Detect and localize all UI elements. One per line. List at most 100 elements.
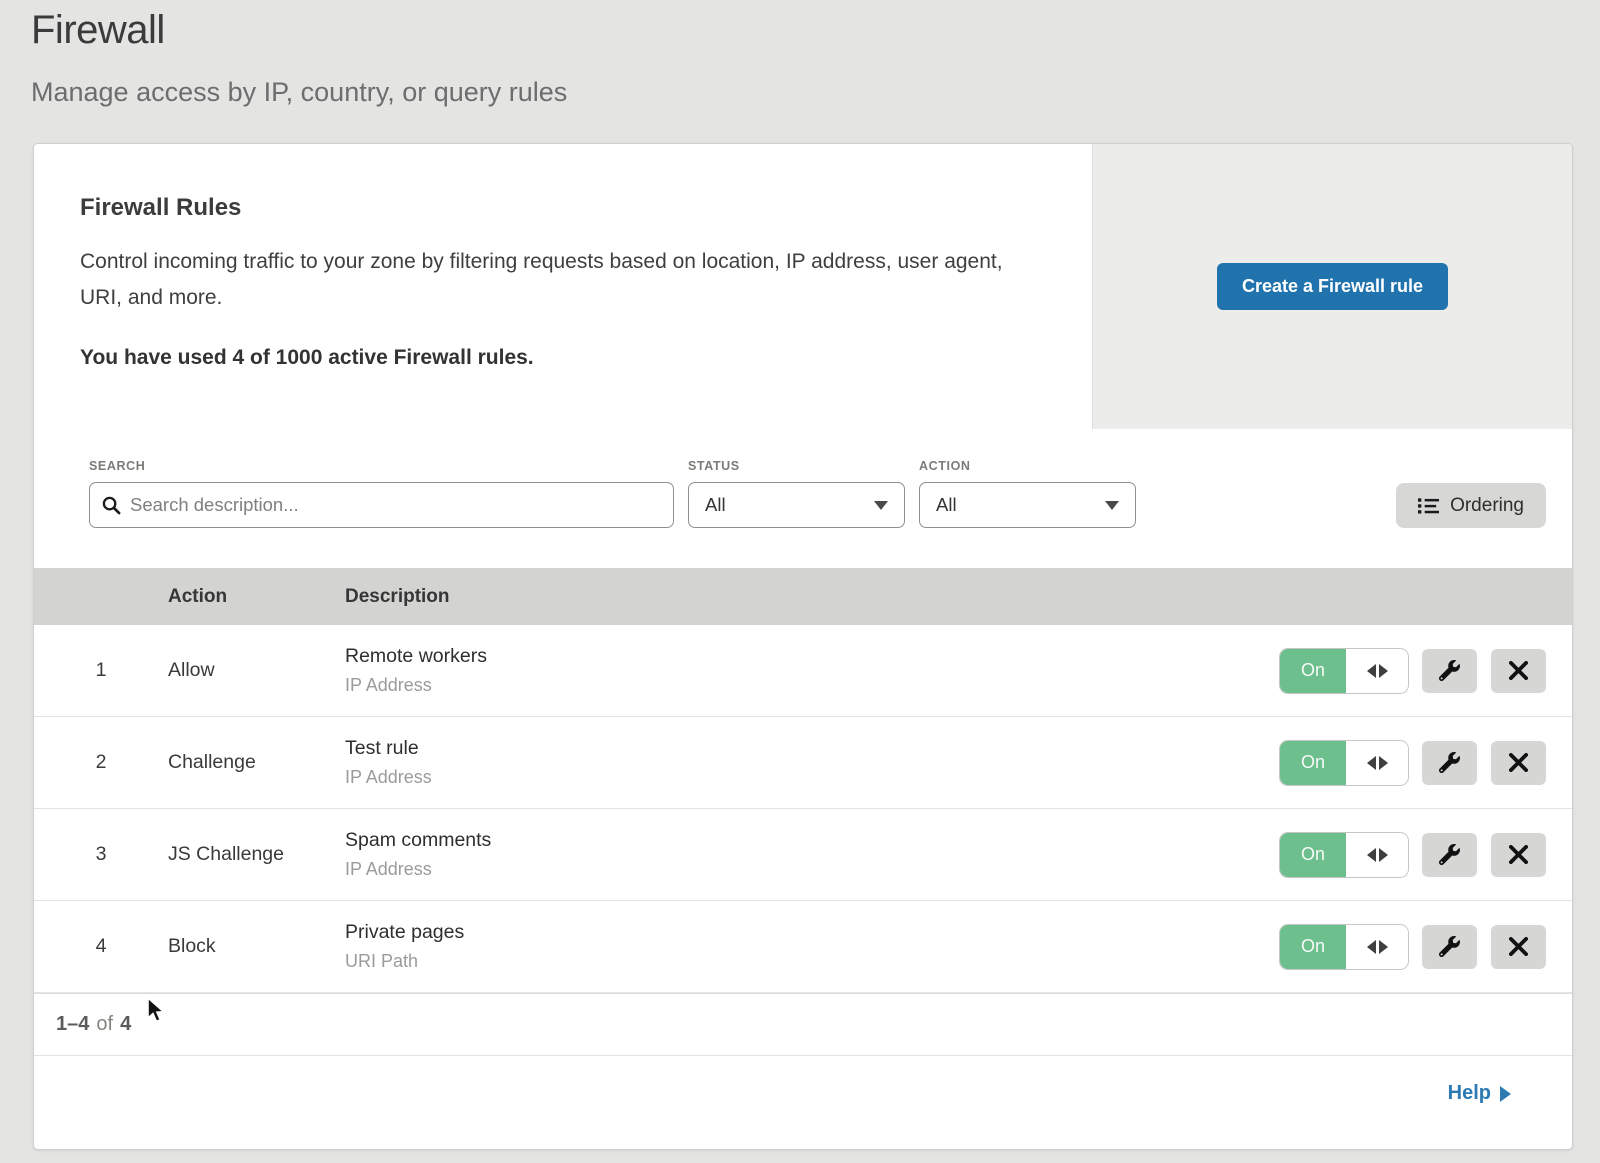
toggle-on-label: On [1280, 925, 1346, 969]
table-row: 2 Challenge Test rule IP Address On [34, 717, 1572, 809]
x-icon [1509, 661, 1528, 680]
rule-description-cell: Spam comments IP Address [345, 829, 1280, 880]
toggle-drag-handle[interactable] [1346, 741, 1408, 785]
rule-description: Spam comments [345, 829, 1280, 852]
table-row: 1 Allow Remote workers IP Address On [34, 625, 1572, 717]
toggle-drag-handle[interactable] [1346, 649, 1408, 693]
delete-rule-button[interactable] [1491, 925, 1546, 969]
rule-match-type: IP Address [345, 859, 1280, 880]
rule-controls: On [1280, 649, 1572, 693]
search-input[interactable] [130, 494, 661, 516]
action-label: Action [919, 459, 1136, 473]
column-header-description: Description [345, 586, 1572, 608]
card-footer: Help [34, 1055, 1572, 1131]
status-select[interactable]: All [688, 482, 905, 528]
rule-controls: On [1280, 833, 1572, 877]
pagination-total: 4 [120, 1013, 131, 1036]
status-field: Status All [688, 459, 905, 528]
toggle-drag-handle[interactable] [1346, 833, 1408, 877]
page-header: Firewall Manage access by IP, country, o… [0, 0, 1600, 108]
rule-description: Test rule [345, 737, 1280, 760]
action-selected-value: All [936, 494, 957, 516]
rule-controls: On [1280, 925, 1572, 969]
rule-match-type: IP Address [345, 767, 1280, 788]
triangle-left-icon [1367, 756, 1376, 770]
rule-description-cell: Private pages URI Path [345, 921, 1280, 972]
rule-enabled-toggle[interactable]: On [1280, 833, 1408, 877]
rule-action: Allow [168, 659, 345, 682]
triangle-right-icon [1379, 664, 1388, 678]
delete-rule-button[interactable] [1491, 649, 1546, 693]
rule-description: Remote workers [345, 645, 1280, 668]
ordering-button[interactable]: Ordering [1396, 483, 1546, 528]
page-title: Firewall [31, 8, 1600, 53]
usage-summary: You have used 4 of 1000 active Firewall … [80, 346, 1032, 370]
edit-rule-button[interactable] [1422, 649, 1477, 693]
x-icon [1509, 845, 1528, 864]
pagination-bar: 1–4 of 4 [34, 993, 1572, 1055]
status-selected-value: All [705, 494, 726, 516]
triangle-left-icon [1367, 940, 1376, 954]
toggle-on-label: On [1280, 649, 1346, 693]
rule-action: Block [168, 935, 345, 958]
pagination-range: 1–4 [56, 1013, 89, 1036]
delete-rule-button[interactable] [1491, 741, 1546, 785]
toggle-on-label: On [1280, 741, 1346, 785]
status-label: Status [688, 459, 905, 473]
action-select[interactable]: All [919, 482, 1136, 528]
wrench-icon [1439, 844, 1460, 865]
rule-enabled-toggle[interactable]: On [1280, 741, 1408, 785]
triangle-right-icon [1379, 848, 1388, 862]
table-row: 3 JS Challenge Spam comments IP Address … [34, 809, 1572, 901]
triangle-right-icon [1379, 940, 1388, 954]
intro-heading: Firewall Rules [80, 194, 1032, 222]
column-header-action: Action [168, 586, 345, 608]
rule-priority: 3 [34, 843, 168, 866]
rule-action: JS Challenge [168, 843, 345, 866]
card-top-section: Firewall Rules Control incoming traffic … [34, 144, 1572, 429]
ordering-list-icon [1418, 497, 1439, 515]
wrench-icon [1439, 660, 1460, 681]
edit-rule-button[interactable] [1422, 833, 1477, 877]
help-label: Help [1448, 1082, 1491, 1105]
firewall-rules-card: Firewall Rules Control incoming traffic … [33, 143, 1573, 1150]
rule-description-cell: Test rule IP Address [345, 737, 1280, 788]
search-label: Search [89, 459, 674, 473]
page-subtitle: Manage access by IP, country, or query r… [31, 77, 1600, 108]
rule-enabled-toggle[interactable]: On [1280, 649, 1408, 693]
rule-priority: 1 [34, 659, 168, 682]
chevron-down-icon [874, 501, 888, 510]
triangle-right-icon [1379, 756, 1388, 770]
intro-panel: Firewall Rules Control incoming traffic … [34, 144, 1092, 429]
toggle-on-label: On [1280, 833, 1346, 877]
triangle-left-icon [1367, 848, 1376, 862]
chevron-down-icon [1105, 501, 1119, 510]
x-icon [1509, 937, 1528, 956]
intro-description: Control incoming traffic to your zone by… [80, 244, 1032, 316]
create-firewall-rule-button[interactable]: Create a Firewall rule [1217, 263, 1448, 310]
rule-priority: 4 [34, 935, 168, 958]
toggle-drag-handle[interactable] [1346, 925, 1408, 969]
search-box[interactable] [89, 482, 674, 528]
rule-match-type: IP Address [345, 675, 1280, 696]
edit-rule-button[interactable] [1422, 925, 1477, 969]
rule-match-type: URI Path [345, 951, 1280, 972]
table-header: Action Description [34, 568, 1572, 625]
wrench-icon [1439, 752, 1460, 773]
rule-description: Private pages [345, 921, 1280, 944]
edit-rule-button[interactable] [1422, 741, 1477, 785]
triangle-left-icon [1367, 664, 1376, 678]
wrench-icon [1439, 936, 1460, 957]
help-link[interactable]: Help [1448, 1082, 1511, 1105]
pagination-of: of [96, 1013, 113, 1036]
triangle-right-icon [1500, 1086, 1511, 1102]
x-icon [1509, 753, 1528, 772]
rule-description-cell: Remote workers IP Address [345, 645, 1280, 696]
filters-bar: Search Status All Action All [34, 429, 1572, 568]
rule-enabled-toggle[interactable]: On [1280, 925, 1408, 969]
delete-rule-button[interactable] [1491, 833, 1546, 877]
rule-controls: On [1280, 741, 1572, 785]
rule-action: Challenge [168, 751, 345, 774]
rule-priority: 2 [34, 751, 168, 774]
search-icon [102, 496, 121, 515]
